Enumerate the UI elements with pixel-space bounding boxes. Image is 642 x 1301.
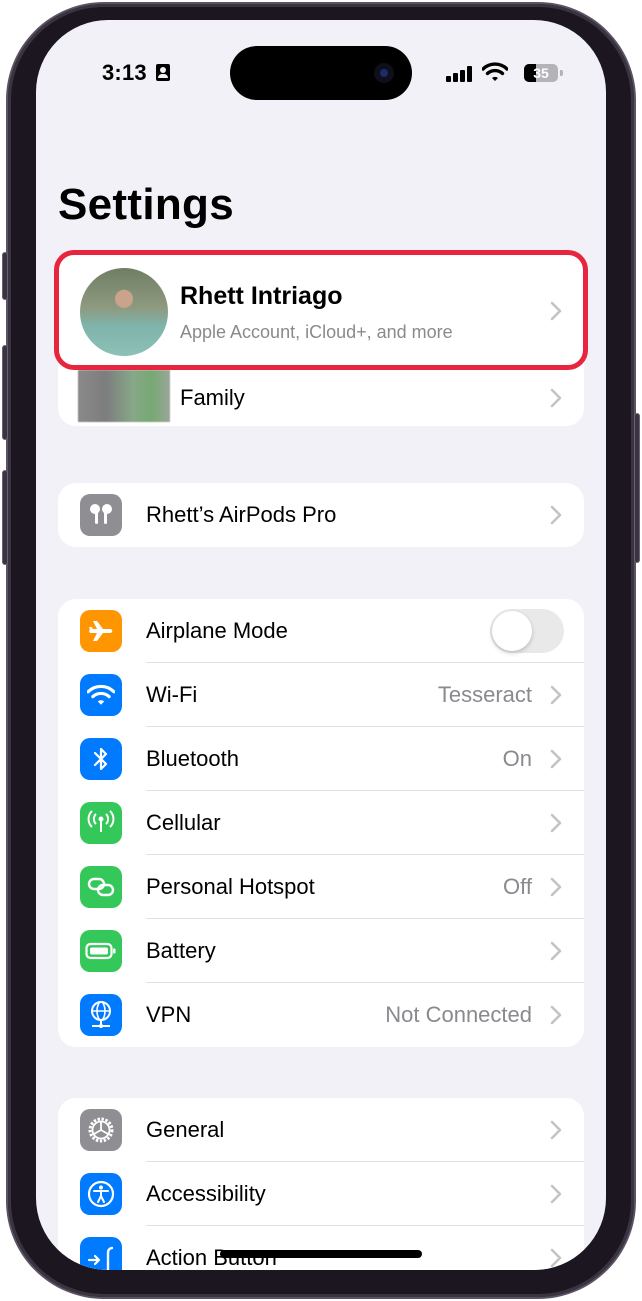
chevron-right-icon: [550, 813, 562, 833]
profile-name: Rhett Intriago: [180, 282, 343, 310]
battery-indicator: 35: [524, 64, 558, 82]
chevron-right-icon: [550, 941, 562, 961]
airpods-row[interactable]: Rhett’s AirPods Pro: [58, 483, 584, 547]
personal-hotspot-label: Personal Hotspot: [146, 874, 315, 899]
cellular-row[interactable]: Cellular: [58, 791, 584, 855]
action-side-button: [2, 252, 8, 300]
airpods-label: Rhett’s AirPods Pro: [146, 502, 337, 527]
home-indicator[interactable]: [220, 1250, 422, 1258]
profile-group: Rhett Intriago Apple Account, iCloud+, a…: [58, 252, 584, 426]
airplane-mode-label: Airplane Mode: [146, 618, 288, 643]
airpods-icon: [80, 494, 122, 536]
person-badge-icon: [156, 64, 170, 81]
battery-row[interactable]: Battery: [58, 919, 584, 983]
accessibility-label: Accessibility: [146, 1181, 266, 1206]
volume-up-button: [2, 345, 8, 440]
action-button-icon: [80, 1237, 122, 1270]
gear-icon: [80, 1109, 122, 1151]
wifi-value: Tesseract: [437, 682, 532, 707]
action-button-row[interactable]: Action Button: [58, 1226, 584, 1270]
airplane-mode-toggle[interactable]: [490, 609, 564, 653]
toggle-knob: [492, 611, 532, 651]
wifi-icon: [80, 674, 122, 716]
general-label: General: [146, 1117, 225, 1142]
chevron-right-icon: [550, 1248, 562, 1268]
antenna-icon: [80, 802, 122, 844]
personal-hotspot-value: Off: [503, 874, 532, 899]
globe-network-icon: [80, 994, 122, 1036]
wifi-icon: [482, 62, 508, 81]
chevron-right-icon: [550, 749, 562, 769]
general-group: General Accessibility Action Button: [58, 1098, 584, 1270]
chevron-right-icon: [550, 1184, 562, 1204]
vpn-row[interactable]: VPN Not Connected: [58, 983, 584, 1047]
chevron-right-icon: [550, 301, 562, 321]
battery-cap: [560, 70, 563, 76]
bluetooth-icon: [80, 738, 122, 780]
chevron-right-icon: [550, 388, 562, 408]
battery-label: Battery: [146, 938, 216, 963]
chevron-right-icon: [550, 1120, 562, 1140]
cellular-signal-icon: [446, 66, 474, 82]
accessibility-row[interactable]: Accessibility: [58, 1162, 584, 1226]
dynamic-island: [230, 46, 412, 100]
page-title: Settings: [58, 180, 234, 229]
vpn-value: Not Connected: [385, 1002, 532, 1027]
battery-percent: 35: [533, 65, 549, 81]
hotspot-link-icon: [80, 866, 122, 908]
airplane-mode-row: Airplane Mode: [58, 599, 584, 663]
family-label: Family: [180, 385, 245, 410]
wifi-label: Wi-Fi: [146, 682, 198, 707]
profile-row[interactable]: Rhett Intriago Apple Account, iCloud+, a…: [58, 252, 584, 370]
chevron-right-icon: [550, 685, 562, 705]
connectivity-group: Airplane Mode Wi-Fi Tesseract Bluetooth …: [58, 599, 584, 1047]
bluetooth-label: Bluetooth: [146, 746, 239, 771]
side-power-button: [634, 413, 640, 563]
accessibility-icon: [80, 1173, 122, 1215]
family-row[interactable]: Family: [58, 370, 584, 426]
chevron-right-icon: [550, 877, 562, 897]
cellular-label: Cellular: [146, 810, 221, 835]
airpods-group: Rhett’s AirPods Pro: [58, 483, 584, 547]
profile-subtitle: Apple Account, iCloud+, and more: [180, 322, 453, 342]
family-thumbnail: [78, 370, 170, 422]
camera-icon: [374, 63, 394, 83]
general-row[interactable]: General: [58, 1098, 584, 1162]
wifi-row[interactable]: Wi-Fi Tesseract: [58, 663, 584, 727]
volume-down-button: [2, 470, 8, 565]
status-bar: 3:13 35: [36, 20, 606, 100]
bluetooth-value: On: [502, 746, 532, 771]
vpn-label: VPN: [146, 1002, 192, 1027]
bluetooth-row[interactable]: Bluetooth On: [58, 727, 584, 791]
chevron-right-icon: [550, 1005, 562, 1025]
avatar: [80, 268, 168, 356]
chevron-right-icon: [550, 505, 562, 525]
airplane-icon: [80, 610, 122, 652]
personal-hotspot-row[interactable]: Personal Hotspot Off: [58, 855, 584, 919]
battery-icon: [80, 930, 122, 972]
status-time: 3:13: [102, 60, 147, 85]
settings-screen: 3:13 35 Settings Rhett Intriago Apple Ac…: [36, 20, 606, 1270]
